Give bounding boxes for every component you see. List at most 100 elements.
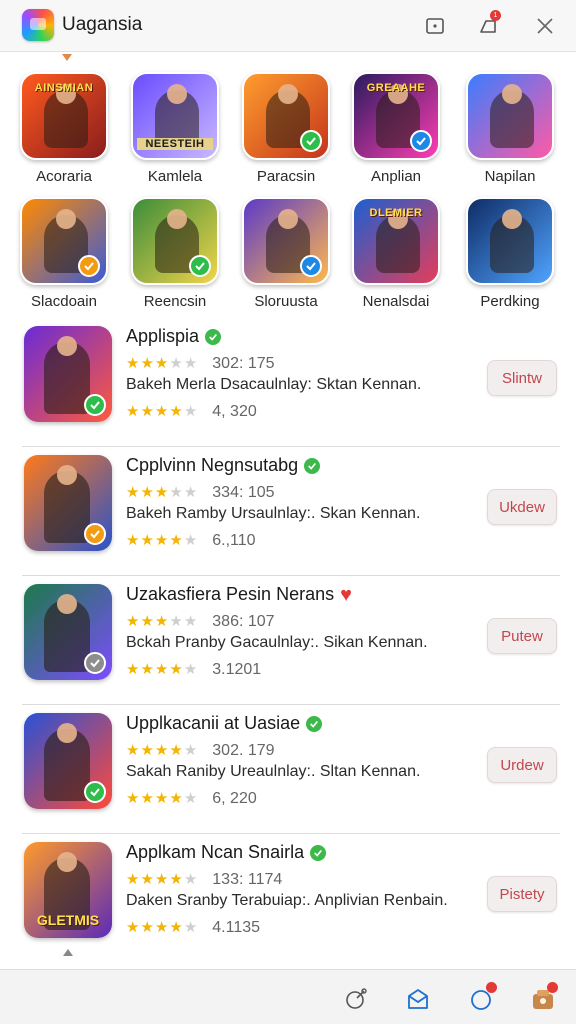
- grid-item[interactable]: Perdking: [460, 197, 560, 310]
- star-icon: ★: [140, 871, 155, 888]
- star-icon: ★: [154, 484, 170, 501]
- star-icon: ★: [169, 532, 184, 549]
- inbox-icon[interactable]: [404, 985, 432, 1013]
- star-icon: ★: [140, 919, 155, 936]
- secondary-rating-stars: ★★★★★ 3.1201: [126, 660, 261, 679]
- window-square-icon[interactable]: [421, 12, 449, 40]
- app-name: Uzakasfiera Pesin Nerans: [126, 584, 335, 604]
- star-icon: ★: [183, 532, 199, 549]
- grid-item[interactable]: Reencsin: [125, 197, 225, 310]
- grid-item[interactable]: Paracsin: [236, 72, 336, 185]
- download-count: 6, 220: [212, 790, 257, 807]
- store-badge: [547, 982, 558, 993]
- star-icon: ★: [154, 790, 170, 807]
- list-item[interactable]: Upplkacanii at Uasiae ★★★★★ 302. 179 Saka…: [0, 705, 576, 834]
- grid-item-label: Perdking: [480, 293, 540, 310]
- list-item[interactable]: Uzakasfiera Pesin Nerans ♥ ★★★★★ 386: 107 …: [0, 576, 576, 705]
- grid-item-label: Kamlela: [147, 168, 203, 185]
- rating-meta: 133: 1174: [212, 871, 283, 888]
- app-tile-icon: GREAAHE: [352, 72, 440, 160]
- tools-icon[interactable]: [342, 985, 370, 1013]
- star-icon: ★: [154, 403, 170, 420]
- grid-item-label: Reencsin: [143, 293, 207, 310]
- action-button[interactable]: Pistety: [487, 876, 557, 912]
- star-icon: ★: [183, 742, 199, 759]
- star-icon: ★: [140, 403, 155, 420]
- grid-item-label: Napilan: [484, 168, 536, 185]
- star-icon: ★: [169, 661, 184, 678]
- app-description: Bakeh Ramby Ursaulnlay:. Skan Kennan.: [126, 505, 421, 522]
- close-icon[interactable]: [531, 12, 559, 40]
- checkmark-icon: [84, 781, 106, 803]
- checkmark-icon: [410, 130, 432, 152]
- checkmark-icon: [300, 255, 322, 277]
- star-icon: ★: [183, 403, 199, 420]
- download-count: 4.1135: [212, 919, 261, 936]
- grid-item[interactable]: DLEMIER Nenalsdai: [346, 197, 446, 310]
- star-icon: ★: [140, 613, 155, 630]
- action-button[interactable]: Urdew: [487, 747, 557, 783]
- rating-meta: 302: 175: [212, 355, 275, 372]
- star-icon: ★: [169, 919, 184, 936]
- messages-icon[interactable]: [468, 982, 497, 1013]
- star-icon: ★: [183, 919, 199, 936]
- rating-stars: ★★★★★ 133: 1174: [126, 870, 282, 889]
- grid-item[interactable]: Sloruusta: [236, 197, 336, 310]
- checkmark-icon: [84, 652, 106, 674]
- app-tile-icon: [242, 197, 330, 285]
- verified-icon: [310, 844, 327, 861]
- app-title-row: Applispia: [126, 326, 222, 347]
- star-icon: ★: [169, 613, 184, 630]
- star-icon: ★: [183, 790, 199, 807]
- scroll-up-icon[interactable]: [63, 949, 73, 956]
- list-item[interactable]: Cpplvinn Negnsutabg ★★★★★ 334: 105 Bakeh …: [0, 447, 576, 576]
- notifications-icon[interactable]: 1: [474, 10, 502, 40]
- list-item[interactable]: Applispia ★★★★★ 302: 175 Bakeh Merla Dsac…: [0, 318, 576, 447]
- star-icon: ★: [126, 919, 141, 936]
- app-tile-icon: [20, 197, 108, 285]
- store-bag-icon[interactable]: [529, 982, 558, 1013]
- grid-item[interactable]: GREAAHE Anplian: [346, 72, 446, 185]
- app-logo-icon[interactable]: [22, 9, 54, 41]
- heart-icon: ♥: [340, 583, 352, 606]
- download-count: 3.1201: [212, 661, 262, 678]
- app-description: Bckah Pranby Gacaulnlay:. Sikan Kennan.: [126, 634, 428, 651]
- app-title: Uagansia: [62, 14, 143, 35]
- star-icon: ★: [126, 403, 141, 420]
- star-icon: ★: [169, 484, 184, 501]
- app-title-row: Uzakasfiera Pesin Nerans ♥: [126, 584, 352, 605]
- star-icon: ★: [126, 355, 141, 372]
- grid-item[interactable]: Napilan: [460, 72, 560, 185]
- grid-item[interactable]: NEESTEIH Kamlela: [125, 72, 225, 185]
- secondary-rating-stars: ★★★★★ 6.,110: [126, 531, 256, 550]
- checkmark-icon: [84, 523, 106, 545]
- grid-item-label: Slacdoain: [31, 293, 97, 310]
- bottom-toolbar: [0, 969, 576, 1024]
- rating-stars: ★★★★★ 334: 105: [126, 483, 275, 502]
- checkmark-icon: [84, 394, 106, 416]
- action-button[interactable]: Ukdew: [487, 489, 557, 525]
- list-item[interactable]: GLETMIS Applkam Ncan Snairla ★★★★★ 133: 1…: [0, 834, 576, 963]
- grid-item[interactable]: AINSMIAN Acoraria: [14, 72, 114, 185]
- messages-badge: [486, 982, 497, 993]
- star-icon: ★: [126, 613, 141, 630]
- app-tile-icon: [242, 72, 330, 160]
- grid-item-label: Nenalsdai: [362, 293, 430, 310]
- grid-item-label: Acoraria: [36, 168, 92, 185]
- secondary-rating-stars: ★★★★★ 4.1135: [126, 918, 260, 937]
- grid-item[interactable]: Slacdoain: [14, 197, 114, 310]
- star-icon: ★: [126, 742, 141, 759]
- star-icon: ★: [183, 661, 199, 678]
- star-icon: ★: [169, 871, 184, 888]
- verified-icon: [205, 328, 222, 345]
- app-thumbnail-icon: GLETMIS: [24, 842, 112, 938]
- app-name: Upplkacanii at Uasiae: [126, 713, 301, 733]
- app-description: Daken Sranby Terabuiap:. Anplivian Renba…: [126, 892, 448, 909]
- grid-item-label: Sloruusta: [254, 293, 318, 310]
- action-button[interactable]: Slintw: [487, 360, 557, 396]
- star-icon: ★: [140, 484, 155, 501]
- action-button[interactable]: Putew: [487, 618, 557, 654]
- star-icon: ★: [169, 403, 184, 420]
- app-name: Applispia: [126, 326, 200, 346]
- app-description: Sakah Raniby Ureaulnlay:. Sltan Kennan.: [126, 763, 421, 780]
